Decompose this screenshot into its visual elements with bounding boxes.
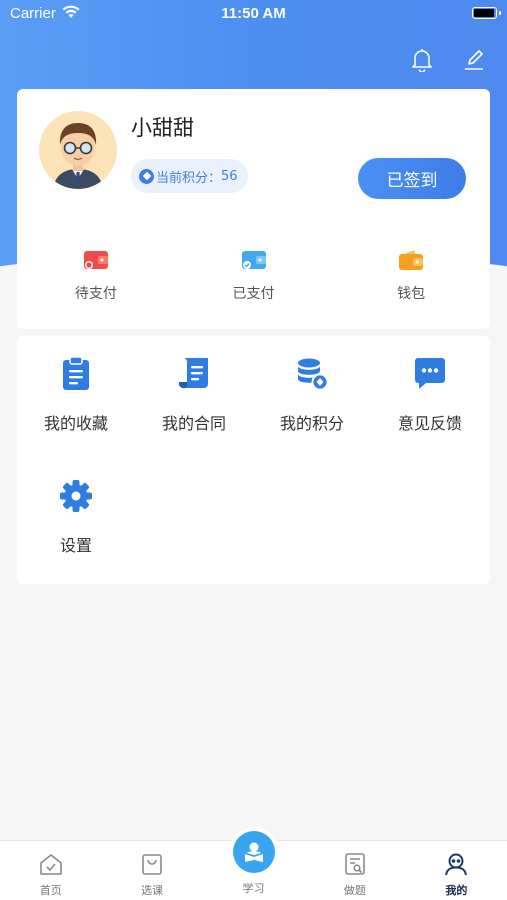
points-icon: [139, 168, 154, 184]
shopping-bag-icon: [139, 852, 165, 879]
clipboard-icon: [59, 356, 93, 396]
username: 小甜甜: [131, 116, 194, 140]
menu-item-points[interactable]: 我的积分: [253, 356, 371, 434]
menu-label: 我的收藏: [43, 414, 108, 433]
pay-label-wallet: 钱包: [397, 286, 426, 302]
edit-icon[interactable]: [459, 46, 489, 74]
tab-label: 选课: [141, 884, 164, 897]
tab-label: 我的: [445, 884, 468, 897]
pay-item-wallet[interactable]: 钱包: [332, 249, 490, 319]
wallet-paid-icon: [240, 249, 268, 275]
menu-item-contracts[interactable]: 我的合同: [135, 356, 253, 434]
tab-home[interactable]: 首页: [0, 841, 101, 900]
profile-card: 小甜甜 当前积分 ： 56 已签到 待支付 已支付 钱包: [17, 89, 490, 329]
pay-label-pending: 待支付: [74, 286, 117, 302]
pay-item-pending[interactable]: 待支付: [17, 249, 175, 319]
menu-label: 设置: [59, 536, 92, 555]
tab-courses[interactable]: 选课: [101, 841, 202, 900]
status-time: 11:50 AM: [221, 5, 286, 22]
tab-exercises[interactable]: 做题: [304, 841, 405, 900]
feedback-chat-icon: [413, 356, 447, 396]
battery-icon: [472, 7, 501, 19]
menu-item-favorites[interactable]: 我的收藏: [17, 356, 135, 434]
tab-label: 做题: [343, 884, 366, 897]
checkin-button[interactable]: 已签到: [358, 158, 466, 199]
study-icon: [232, 831, 275, 873]
wallet-pending-icon: [82, 249, 110, 275]
tab-study[interactable]: 学习: [203, 831, 304, 900]
gear-icon: [59, 478, 93, 518]
points-database-icon: [295, 356, 329, 396]
points-value: 56: [221, 168, 238, 184]
points-separator: ：: [208, 170, 222, 186]
status-bar: Carrier 11:50 AM: [0, 0, 507, 28]
menu-item-settings[interactable]: 设置: [17, 478, 135, 556]
tab-label: 首页: [39, 884, 62, 897]
wallet-icon: [397, 249, 425, 275]
pay-label-paid: 已支付: [232, 286, 275, 302]
points-badge[interactable]: 当前积分 ： 56: [131, 159, 248, 193]
avatar[interactable]: [39, 111, 117, 189]
menu-label: 我的积分: [279, 414, 344, 433]
bell-icon[interactable]: [407, 46, 437, 74]
menu-label: 我的合同: [161, 414, 226, 433]
exercise-icon: [342, 852, 368, 879]
menu-item-feedback[interactable]: 意见反馈: [371, 356, 489, 434]
points-label: 当前积分: [156, 170, 209, 186]
profile-icon: [443, 852, 469, 879]
menu-label: 意见反馈: [397, 414, 462, 433]
pay-item-paid[interactable]: 已支付: [175, 249, 333, 319]
menu-card: 我的收藏 我的合同 我的积分 意见反馈 设置: [17, 336, 490, 584]
contract-icon: [177, 356, 211, 396]
tab-label: 学习: [242, 882, 265, 895]
tab-profile[interactable]: 我的: [406, 841, 507, 900]
tab-bar: 首页 选课 学习 做题 我的: [0, 831, 507, 900]
home-icon: [38, 852, 64, 879]
